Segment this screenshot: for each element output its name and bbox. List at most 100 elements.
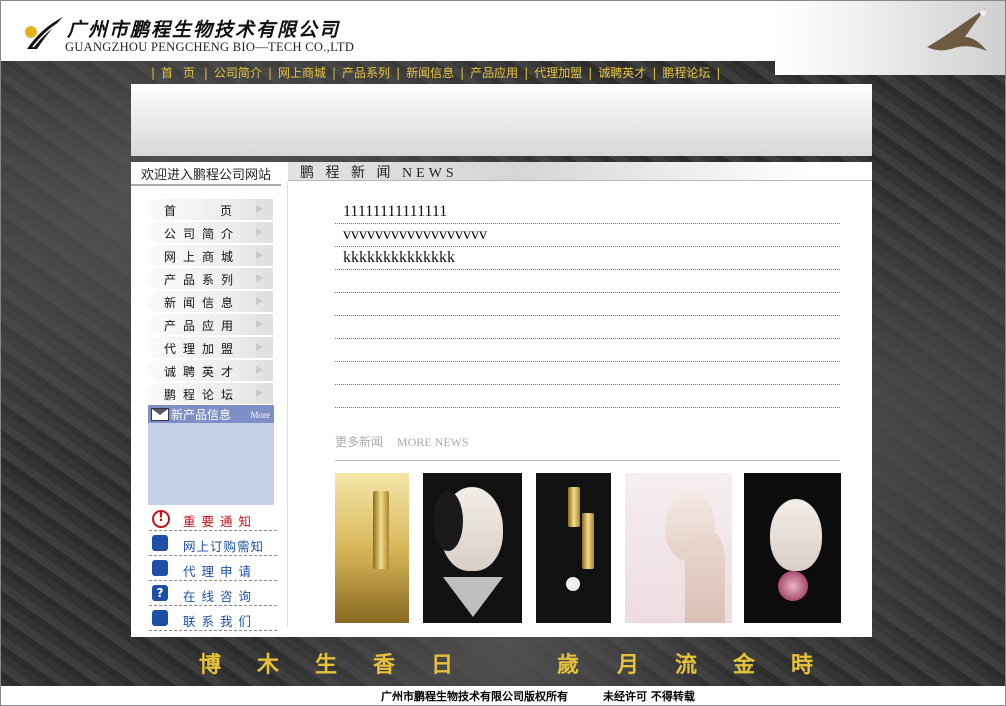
slogan-char: 日	[431, 652, 454, 678]
quick-link-order-guide[interactable]: 网上订购需知	[149, 533, 277, 556]
bottle-shape	[568, 487, 580, 527]
news-item	[335, 386, 840, 408]
body-shape	[685, 533, 725, 623]
news-item-text: 11111111111111	[343, 203, 448, 220]
news-header: 鹏 程 新 闻 NEWS	[288, 162, 872, 181]
sidebar: 欢迎进入鹏程公司网站 首 页 公司简介 网上商城 产品系列 新闻信息 产品应用 …	[131, 162, 281, 637]
divider	[288, 180, 872, 181]
sidebar-item-forum[interactable]: 鹏程论坛	[148, 383, 273, 404]
product-image[interactable]	[536, 473, 611, 623]
company-name-cn: 广州市鹏程生物技术有限公司	[67, 19, 341, 41]
nav-item-about[interactable]: 公司简介	[214, 64, 262, 81]
header: 广州市鹏程生物技术有限公司 GUANGZHOU PENGCHENG BIO—TE…	[1, 1, 1005, 75]
nav-separator: |	[588, 65, 593, 80]
nav-item-jobs[interactable]: 诚聘英才	[598, 64, 646, 81]
nav-separator: |	[460, 65, 465, 80]
nav-separator: |	[396, 65, 401, 80]
eagle-icon	[927, 9, 987, 51]
more-link[interactable]: More	[251, 410, 271, 420]
main-nav: | 首 页 | 公司简介 | 网上商城 | 产品系列 | 新闻信息 | 产品应用…	[131, 61, 872, 84]
banner	[131, 84, 872, 156]
quick-link-label: 网上订购需知	[183, 539, 265, 554]
sidebar-menu: 首 页 公司简介 网上商城 产品系列 新闻信息 产品应用 代理加盟 诚聘英才 鹏…	[148, 199, 273, 406]
question-icon: ?	[152, 585, 168, 601]
sidebar-item-home[interactable]: 首 页	[148, 199, 273, 220]
sidebar-item-label: 新闻信息	[164, 296, 241, 310]
sidebar-item-news[interactable]: 新闻信息	[148, 291, 273, 312]
nav-separator: |	[652, 65, 657, 80]
nav-item-applications[interactable]: 产品应用	[470, 64, 518, 81]
nav-item-products[interactable]: 产品系列	[342, 64, 390, 81]
new-products-panel: 新产品信息 More	[148, 405, 274, 505]
news-item[interactable]: vvvvvvvvvvvvvvvvvv	[335, 225, 840, 247]
phone-icon	[152, 610, 168, 626]
arrow-right-icon	[256, 320, 263, 328]
quick-link-notice[interactable]: 重要通知	[149, 508, 277, 531]
quick-link-label: 联系我们	[183, 614, 258, 629]
nav-separator: |	[203, 65, 208, 80]
product-image[interactable]	[744, 473, 841, 623]
hair-shape	[433, 491, 463, 551]
slogan-char: 歲	[557, 652, 580, 678]
nav-item-shop[interactable]: 网上商城	[278, 64, 326, 81]
welcome-text: 欢迎进入鹏程公司网站	[141, 168, 272, 183]
quick-link-consult[interactable]: ? 在线咨询	[149, 583, 277, 606]
flower-shape	[566, 577, 580, 591]
sidebar-item-jobs[interactable]: 诚聘英才	[148, 360, 273, 381]
nav-separator: |	[151, 65, 156, 80]
arrow-right-icon	[256, 251, 263, 259]
nav-item-forum[interactable]: 鹏程论坛	[662, 64, 710, 81]
flower-shape	[778, 571, 808, 601]
nav-separator: |	[267, 65, 272, 80]
news-item[interactable]: kkkkkkkkkkkkkk	[335, 248, 840, 270]
arrow-right-icon	[256, 297, 263, 305]
news-item	[335, 340, 840, 362]
bottle-shape	[373, 491, 389, 569]
nav-item-news[interactable]: 新闻信息	[406, 64, 454, 81]
sidebar-item-products[interactable]: 产品系列	[148, 268, 273, 289]
nav-separator: |	[716, 65, 721, 80]
bottle-shape	[582, 513, 594, 569]
copyright-text: 广州市鹏程生物技术有限公司版权所有	[381, 690, 568, 703]
sidebar-item-agency[interactable]: 代理加盟	[148, 337, 273, 358]
news-title: 鹏 程 新 闻 NEWS	[300, 166, 458, 181]
sidebar-item-label: 网上商城	[164, 250, 241, 264]
quick-link-agency-apply[interactable]: 代理申请	[149, 558, 277, 581]
sidebar-item-label: 首 页	[164, 204, 235, 218]
nav-item-agency[interactable]: 代理加盟	[534, 64, 582, 81]
nav-separator: |	[332, 65, 337, 80]
nav-separator: |	[524, 65, 529, 80]
news-item	[335, 317, 840, 339]
product-gallery	[335, 473, 845, 623]
notice-text: 未经许可 不得转载	[603, 690, 695, 703]
sidebar-item-label: 鹏程论坛	[164, 388, 241, 402]
news-item[interactable]: 11111111111111	[335, 202, 840, 224]
envelope-icon	[151, 408, 169, 421]
arrow-right-icon	[256, 274, 263, 282]
sidebar-item-label: 产品应用	[164, 319, 241, 333]
news-section: 鹏 程 新 闻 NEWS 11111111111111 vvvvvvvvvvvv…	[288, 162, 872, 637]
triangle-shape	[443, 577, 503, 617]
arrow-right-icon	[256, 389, 263, 397]
slogan-char: 時	[791, 652, 814, 678]
sidebar-item-about[interactable]: 公司简介	[148, 222, 273, 243]
divider	[131, 184, 281, 186]
slogan-char: 流	[675, 652, 698, 678]
quick-link-label: 重要通知	[183, 514, 258, 529]
sidebar-item-applications[interactable]: 产品应用	[148, 314, 273, 335]
product-image[interactable]	[423, 473, 522, 623]
news-item	[335, 294, 840, 316]
news-item	[335, 271, 840, 293]
nav-item-home[interactable]: 首 页	[161, 64, 198, 81]
arrow-right-icon	[256, 228, 263, 236]
people-icon	[152, 560, 168, 576]
new-products-title: 新产品信息	[171, 408, 232, 422]
quick-link-contact[interactable]: 联系我们	[149, 608, 277, 631]
sidebar-item-label: 公司简介	[164, 227, 241, 241]
more-news-link[interactable]: 更多新闻 MORE NEWS	[335, 433, 469, 450]
quick-link-label: 在线咨询	[183, 589, 258, 604]
product-image[interactable]	[625, 473, 732, 623]
product-image[interactable]	[335, 473, 409, 623]
arrow-right-icon	[256, 343, 263, 351]
sidebar-item-shop[interactable]: 网上商城	[148, 245, 273, 266]
